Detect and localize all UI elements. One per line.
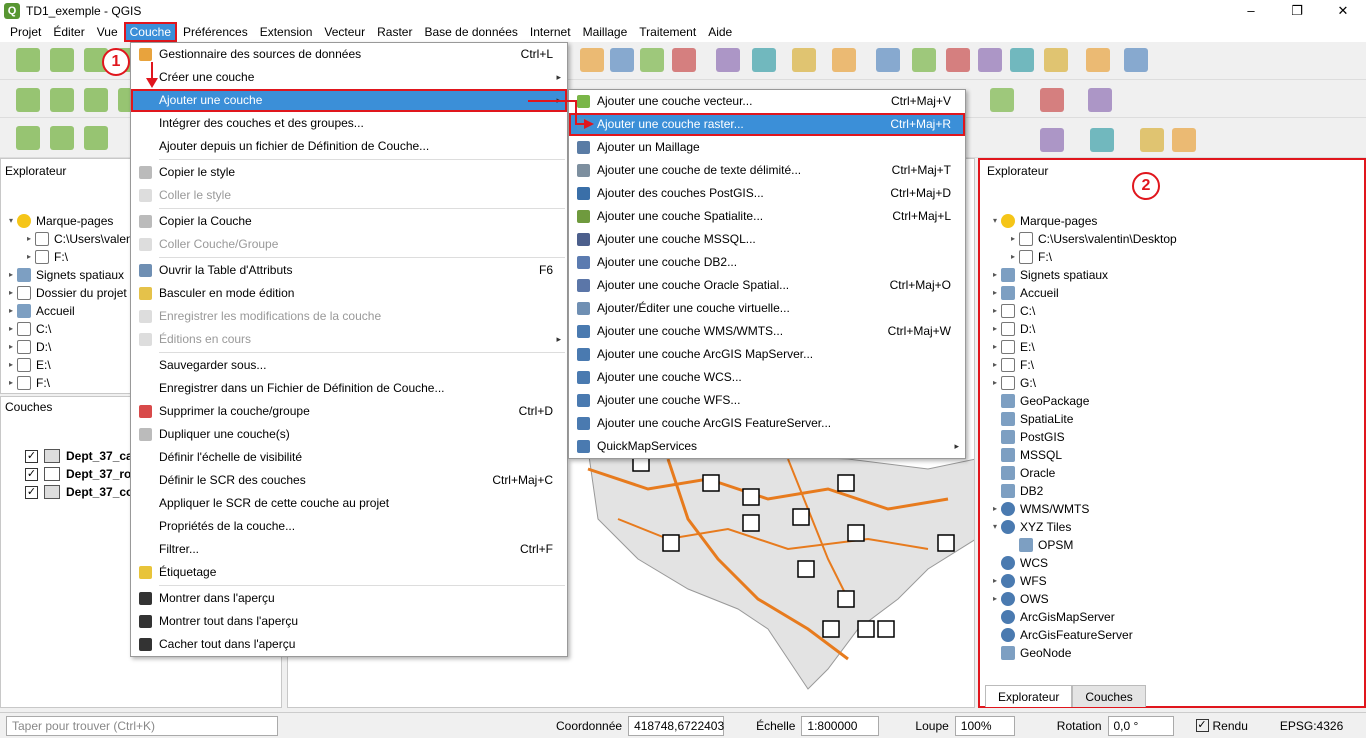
coordinate-field[interactable]: 418748,6722403 [628, 715, 724, 736]
rotation-label: Rotation [1056, 718, 1102, 733]
annotation-arrowhead [146, 78, 158, 88]
zoom-field[interactable]: 100% [954, 715, 1015, 736]
render-checkbox[interactable]: ✓ [1195, 719, 1209, 732]
annotation-badge-1: 1 [102, 48, 130, 76]
crs-button[interactable]: EPSG:4326 [1280, 719, 1343, 733]
scale-label: Échelle [756, 718, 796, 733]
annotation-overlay [146, 62, 594, 129]
status-bar: Taper pour trouver (Ctrl+K) Coordonnée 4… [0, 712, 1366, 738]
locator-search-input[interactable]: Taper pour trouver (Ctrl+K) [6, 715, 278, 736]
render-label: Rendu [1212, 718, 1248, 733]
rotation-field[interactable]: 0,0 ° [1107, 715, 1174, 736]
annotation-arrowhead [584, 119, 594, 129]
annotation-badge-2: 2 [1132, 172, 1160, 200]
zoom-label: Loupe [915, 718, 949, 733]
annotation-arrow [528, 100, 588, 125]
scale-field[interactable]: 1:800000 [801, 715, 880, 736]
coordinate-label: Coordonnée [556, 718, 623, 733]
